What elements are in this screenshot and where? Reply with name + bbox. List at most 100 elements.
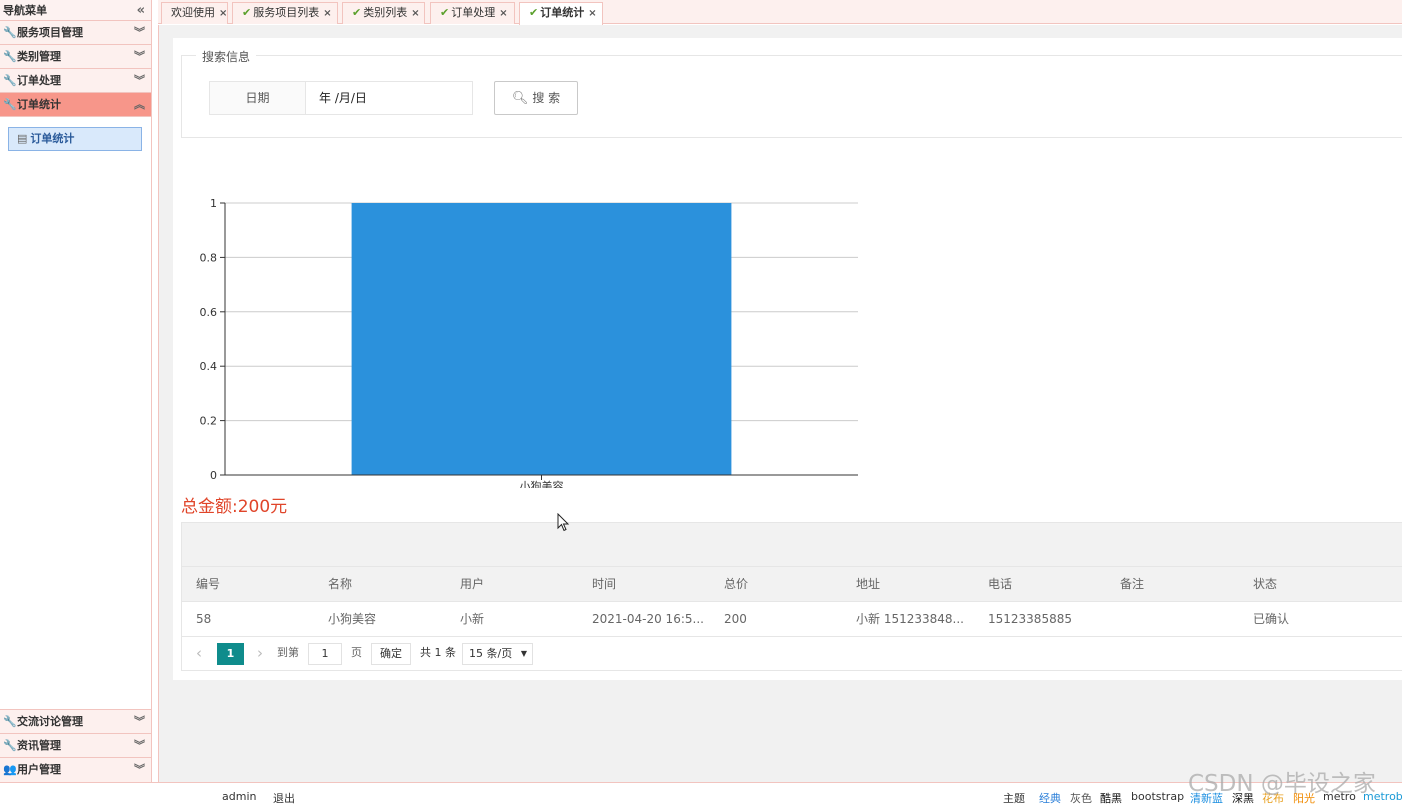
date-input[interactable]: 年 /月/日 bbox=[306, 82, 472, 114]
col-header-status: 状态 bbox=[1253, 577, 1278, 591]
total-count: 共 1 条 bbox=[420, 646, 456, 659]
table-row[interactable]: 58 小狗美容 小新 2021-04-20 16:5... 200 小新 151… bbox=[182, 602, 1402, 637]
chevron-down-icon: ︾ bbox=[134, 763, 145, 776]
check-icon: ✔ bbox=[352, 6, 362, 19]
col-header-phone: 电话 bbox=[988, 577, 1013, 591]
tab-label: 服务项目列表 bbox=[253, 6, 320, 19]
table-toolbar bbox=[182, 523, 1402, 567]
theme-option-gray[interactable]: 灰色 bbox=[1070, 790, 1092, 806]
content-area: 搜索信息 日期 年 /月/日 🔍︎ 搜 索 0 0.2 0.4 0.6 0.8 1 小狗美容 … bbox=[158, 25, 1402, 782]
y-tick-label: 0.4 bbox=[200, 360, 218, 373]
chevron-down-icon: ︾ bbox=[134, 26, 145, 39]
wrench-icon: 🔧 bbox=[3, 50, 17, 63]
check-icon: ✔ bbox=[440, 6, 450, 19]
wrench-icon: 🔧 bbox=[3, 739, 17, 752]
content-panel: 搜索信息 日期 年 /月/日 🔍︎ 搜 索 0 0.2 0.4 0.6 0.8 1 小狗美容 … bbox=[173, 38, 1402, 680]
current-user: admin bbox=[222, 790, 257, 803]
nav-group-service[interactable]: 🔧服务项目管理 ︾ bbox=[0, 21, 151, 45]
tab-label: 订单统计 bbox=[540, 6, 585, 19]
check-icon: ✔ bbox=[529, 6, 539, 19]
logout-link[interactable]: 退出 bbox=[273, 790, 295, 806]
nav-subitem-order-stats[interactable]: ▤ 订单统计 bbox=[8, 127, 142, 151]
nav-group-order-stats[interactable]: 🔧订单统计 ︽ bbox=[0, 93, 151, 117]
page-size-value: 15 条/页 bbox=[469, 647, 513, 660]
table-header-row: 编号 名称 用户 时间 总价 地址 电话 备注 状态 bbox=[182, 567, 1402, 602]
nav-group-label: 订单统计 bbox=[17, 98, 61, 111]
nav-group-discussion[interactable]: 🔧交流讨论管理 ︾ bbox=[0, 710, 151, 734]
search-button-label: 搜 索 bbox=[532, 91, 561, 105]
cell-name: 小狗美容 bbox=[328, 612, 377, 626]
goto-confirm-button[interactable]: 确定 bbox=[371, 643, 411, 665]
close-icon[interactable]: × bbox=[499, 8, 507, 19]
page-size-select[interactable]: 15 条/页 ▼ bbox=[462, 643, 533, 665]
tab-order-stats[interactable]: ✔ 订单统计 × bbox=[519, 2, 603, 25]
nav-sub-area: ▤ 订单统计 bbox=[0, 117, 151, 707]
sidebar-bottom-groups: 🔧交流讨论管理 ︾ 🔧资讯管理 ︾ 👥用户管理 ︾ bbox=[0, 709, 151, 782]
prev-page-icon[interactable]: ‹ bbox=[196, 637, 202, 669]
cell-id: 58 bbox=[196, 612, 212, 626]
chevron-up-icon: ︽ bbox=[134, 98, 145, 111]
search-legend: 搜索信息 bbox=[196, 48, 257, 65]
theme-option-classic[interactable]: 经典 bbox=[1039, 790, 1061, 806]
current-page[interactable]: 1 bbox=[217, 643, 244, 665]
date-field-group: 日期 年 /月/日 bbox=[209, 81, 473, 115]
wrench-icon: 🔧 bbox=[3, 26, 17, 39]
close-icon[interactable]: × bbox=[588, 8, 596, 19]
users-icon: 👥 bbox=[3, 763, 17, 776]
theme-option-black[interactable]: 酷黑 bbox=[1100, 790, 1122, 806]
col-header-time: 时间 bbox=[592, 577, 617, 591]
orders-table: 编号 名称 用户 时间 总价 地址 电话 备注 状态 58 小狗美容 小新 20… bbox=[181, 522, 1402, 671]
cell-address: 小新 151233848... bbox=[856, 612, 964, 626]
check-icon: ✔ bbox=[242, 6, 252, 19]
bar[interactable] bbox=[351, 203, 732, 475]
col-header-note: 备注 bbox=[1120, 577, 1145, 591]
close-icon[interactable]: × bbox=[411, 8, 419, 19]
nav-group-orders[interactable]: 🔧订单处理 ︾ bbox=[0, 69, 151, 93]
nav-group-category[interactable]: 🔧类别管理 ︾ bbox=[0, 45, 151, 69]
search-icon: 🔍︎ bbox=[511, 91, 529, 106]
x-tick-label: 小狗美容 bbox=[520, 479, 564, 488]
order-stats-chart: 0 0.2 0.4 0.6 0.8 1 小狗美容 bbox=[200, 197, 858, 488]
watermark: CSDN @毕设之家 bbox=[1188, 771, 1376, 797]
col-header-id: 编号 bbox=[196, 577, 221, 591]
nav-group-label: 用户管理 bbox=[17, 763, 61, 776]
next-page-icon[interactable]: › bbox=[257, 637, 263, 669]
search-button[interactable]: 🔍︎ 搜 索 bbox=[494, 81, 578, 115]
tab-label: 类别列表 bbox=[363, 6, 408, 19]
pagination: ‹ 1 › 到第 1 页 确定 共 1 条 15 条/页 ▼ bbox=[182, 637, 1402, 671]
cell-phone: 15123385885 bbox=[988, 612, 1072, 626]
close-icon[interactable]: × bbox=[323, 8, 331, 19]
tab-category-list[interactable]: ✔ 类别列表 × bbox=[342, 2, 425, 24]
nav-subitem-label: 订单统计 bbox=[30, 132, 75, 145]
tab-service-list[interactable]: ✔ 服务项目列表 × bbox=[232, 2, 338, 24]
wrench-icon: 🔧 bbox=[3, 98, 17, 111]
tab-label: 订单处理 bbox=[451, 6, 496, 19]
nav-group-news[interactable]: 🔧资讯管理 ︾ bbox=[0, 734, 151, 758]
tab-order-process[interactable]: ✔ 订单处理 × bbox=[430, 2, 515, 24]
search-fieldset: 搜索信息 日期 年 /月/日 🔍︎ 搜 索 bbox=[181, 48, 1402, 138]
theme-label: 主题 bbox=[1003, 792, 1025, 805]
nav-group-users[interactable]: 👥用户管理 ︾ bbox=[0, 758, 151, 782]
tab-welcome[interactable]: 欢迎使用 × bbox=[161, 2, 228, 24]
nav-group-label: 交流讨论管理 bbox=[17, 715, 83, 728]
wrench-icon: 🔧 bbox=[3, 715, 17, 728]
goto-page-input[interactable]: 1 bbox=[308, 643, 342, 665]
y-tick-label: 0 bbox=[210, 469, 217, 482]
collapse-sidebar-icon[interactable]: « bbox=[137, 0, 145, 21]
tab-bar: 欢迎使用 × ✔ 服务项目列表 × ✔ 类别列表 × ✔ 订单处理 × ✔ 订单统计 × bbox=[158, 0, 1402, 25]
y-tick-label: 0.2 bbox=[200, 415, 218, 428]
total-amount: 总金额:200元 bbox=[181, 497, 288, 517]
close-icon[interactable]: × bbox=[219, 8, 227, 19]
col-header-address: 地址 bbox=[856, 577, 881, 591]
chevron-down-icon: ︾ bbox=[134, 50, 145, 63]
theme-option-bootstrap[interactable]: bootstrap bbox=[1131, 790, 1184, 803]
y-tick-label: 0.6 bbox=[200, 306, 218, 319]
col-header-name: 名称 bbox=[328, 577, 353, 591]
nav-header-title: 导航菜单 bbox=[3, 4, 47, 17]
chevron-down-icon: ︾ bbox=[134, 739, 145, 752]
document-icon: ▤ bbox=[17, 132, 28, 145]
y-tick-label: 1 bbox=[210, 197, 217, 210]
cell-user: 小新 bbox=[460, 612, 485, 626]
chart-bars bbox=[351, 203, 732, 475]
nav-group-label: 服务项目管理 bbox=[17, 26, 83, 39]
